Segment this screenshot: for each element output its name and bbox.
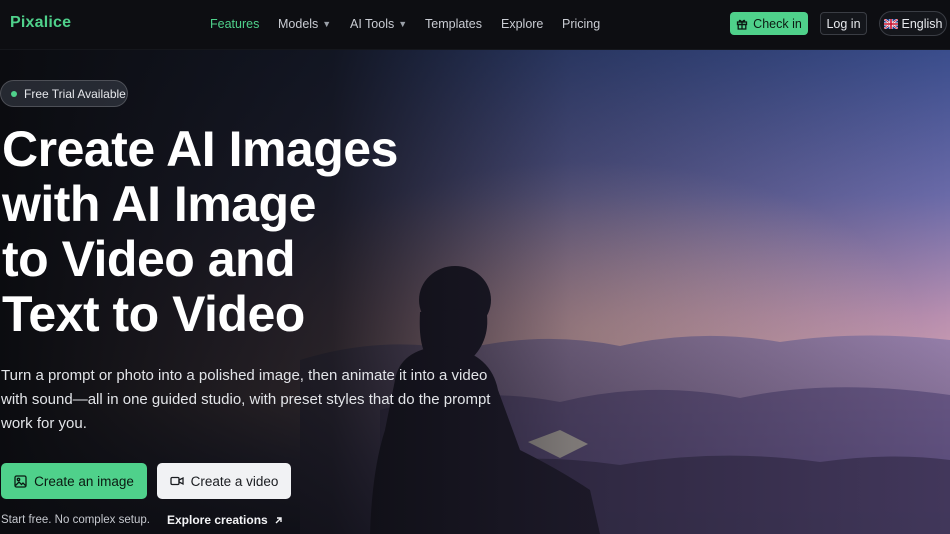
nav-item-pricing[interactable]: Pricing (562, 17, 600, 31)
headline-line: Text to Video (2, 286, 305, 342)
free-trial-badge: Free Trial Available (0, 80, 128, 107)
explore-creations-label: Explore creations (167, 513, 268, 527)
hero-subtitle: Turn a prompt or photo into a polished i… (1, 367, 491, 432)
image-icon (14, 474, 27, 488)
badge-label: Free Trial Available (24, 86, 126, 101)
top-navigation-bar: Pixalice Features Models ▼ AI Tools ▼ Te… (0, 0, 950, 50)
nav-item-label: AI Tools (350, 17, 395, 31)
nav-item-models[interactable]: Models ▼ (278, 17, 331, 31)
log-in-button[interactable]: Log in (820, 12, 867, 35)
chevron-down-icon: ▼ (322, 19, 332, 29)
create-video-label: Create a video (190, 473, 279, 489)
language-label: English (901, 16, 943, 31)
create-image-button[interactable]: Create an image (1, 463, 147, 499)
arrow-up-right-icon (274, 516, 283, 525)
status-dot-icon (11, 90, 17, 97)
nav-item-label: Models (278, 17, 319, 31)
nav-item-label: Explore (501, 17, 544, 31)
chevron-down-icon: ▼ (398, 19, 408, 29)
video-camera-icon (169, 475, 184, 487)
brand-logo[interactable]: Pixalice (10, 14, 71, 32)
hero-headline: Create AI Images with AI Image to Video … (2, 122, 522, 342)
headline-line: to Video and (2, 231, 296, 287)
uk-flag-icon (883, 18, 898, 29)
check-in-button[interactable]: Check in (730, 12, 808, 35)
nav-item-label: Pricing (562, 17, 601, 31)
check-in-label: Check in (753, 16, 802, 31)
explore-creations-link[interactable]: Explore creations (167, 513, 283, 527)
nav-item-features[interactable]: Features (210, 17, 259, 31)
nav-item-label: Templates (425, 17, 482, 31)
headline-line: Create AI Images (2, 121, 398, 177)
nav-item-templates[interactable]: Templates (425, 17, 482, 31)
nav-item-explore[interactable]: Explore (501, 17, 543, 31)
create-video-button[interactable]: Create a video (157, 463, 291, 499)
nav-item-ai-tools[interactable]: AI Tools ▼ (350, 17, 407, 31)
nav-item-label: Features (210, 17, 260, 31)
gift-icon (736, 18, 748, 30)
create-image-label: Create an image (34, 473, 134, 489)
language-selector[interactable]: English (879, 11, 947, 36)
headline-line: with AI Image (2, 176, 316, 232)
log-in-label: Log in (826, 16, 861, 31)
start-free-note: Start free. No complex setup. (1, 514, 150, 526)
